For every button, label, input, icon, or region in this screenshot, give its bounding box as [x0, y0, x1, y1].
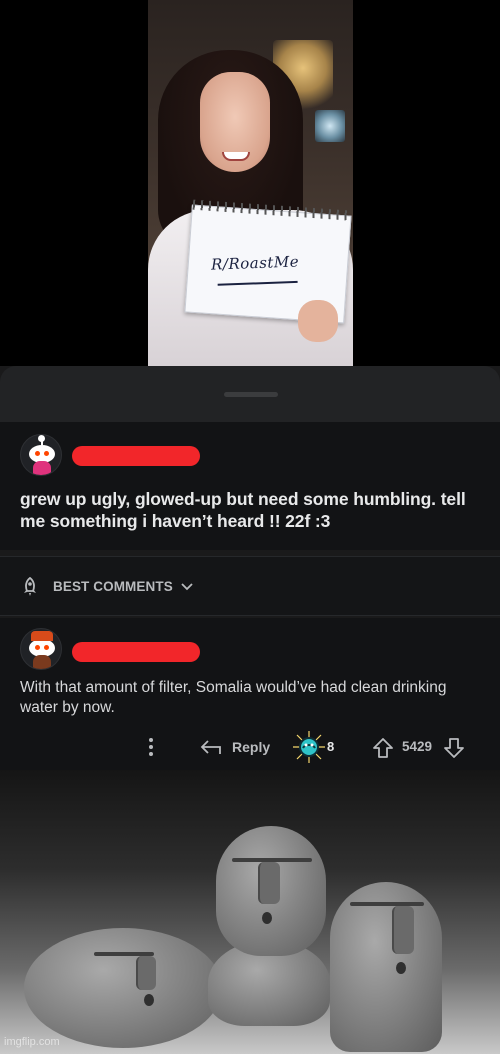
post-card: grew up ugly, glowed-up but need some hu… [0, 422, 500, 550]
avatar-left-eye [35, 645, 40, 650]
middle-stone-mouth [262, 912, 272, 924]
avatar-right-eye [44, 451, 49, 456]
person-hand [298, 300, 338, 342]
award-count: 8 [327, 739, 335, 754]
left-stone-mouth [144, 994, 154, 1006]
comment-sort-bar[interactable]: BEST COMMENTS [0, 556, 500, 616]
reply-icon[interactable] [200, 738, 222, 756]
reddit-screenshot: grew up ugly, glowed-up but need some hu… [0, 366, 500, 770]
chevron-down-icon[interactable] [180, 579, 194, 593]
rocket-icon [24, 577, 36, 596]
vote-count: 5429 [402, 739, 433, 754]
top-comment: With that amount of filter, Somalia woul… [0, 618, 500, 770]
more-options-icon[interactable] [145, 737, 157, 757]
right-stone-brow [350, 902, 424, 906]
avatar-right-eye [44, 645, 49, 650]
upvote-icon[interactable] [372, 737, 394, 759]
post-author-avatar[interactable] [20, 434, 62, 476]
right-stone-nose [392, 906, 414, 954]
selfie-photo: R/RoastMe [148, 0, 353, 366]
left-stone-nose [136, 956, 156, 990]
comment-author-avatar[interactable] [20, 628, 62, 670]
avatar-left-eye [35, 451, 40, 456]
comment-actions: Reply 8 5429 [0, 730, 500, 764]
right-stone [330, 882, 442, 1052]
avatar-antenna-ball [38, 435, 45, 442]
sign-text: R/RoastMe [210, 252, 300, 274]
avatar-body [33, 461, 51, 475]
comment-body: With that amount of filter, Somalia woul… [20, 679, 447, 716]
imgflip-watermark: imgflip.com [4, 1036, 60, 1048]
sign-underline [217, 280, 298, 286]
award-icon[interactable] [292, 730, 326, 764]
post-title[interactable]: grew up ugly, glowed-up but need some hu… [20, 488, 485, 532]
bottom-sheet-header [0, 366, 500, 422]
redacted-username [72, 446, 200, 466]
background-screen [315, 110, 345, 142]
reply-button[interactable]: Reply [232, 739, 270, 755]
sort-label[interactable]: BEST COMMENTS [53, 579, 173, 594]
avatar-body [33, 655, 51, 669]
right-stone-mouth [396, 962, 406, 974]
downvote-icon[interactable] [443, 737, 465, 759]
ooo-stones-meme: imgflip.com [0, 770, 500, 1054]
avatar-hat [31, 631, 53, 641]
top-photo-frame: R/RoastMe [0, 0, 500, 366]
drag-handle[interactable] [224, 392, 278, 397]
redacted-username [72, 642, 200, 662]
middle-stone [216, 826, 326, 956]
left-stone [24, 928, 222, 1048]
middle-stone-nose [258, 862, 280, 904]
